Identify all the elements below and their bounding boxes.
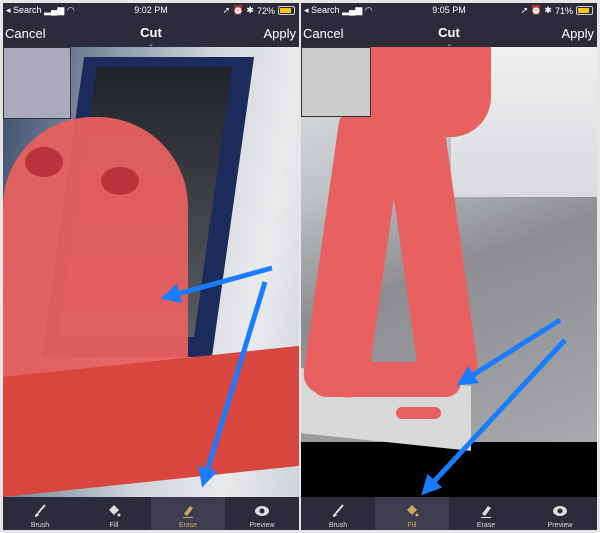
phone-screen-fill: ◂ Search ▂▄▆ ◠ 9:05 PM ➚ ⏰ ✱ 71% Cancel … (301, 3, 597, 530)
status-bar: ◂ Search ▂▄▆ ◠ 9:05 PM ➚ ⏰ ✱ 71% (301, 3, 597, 18)
status-bar: ◂ Search ▂▄▆ ◠ 9:02 PM ➚ ⏰ ✱ 72% (3, 3, 299, 18)
mode-title[interactable]: Cut (3, 25, 299, 40)
tool-label: Erase (476, 522, 496, 529)
battery-percent: 72% (256, 5, 275, 16)
eye-icon (553, 506, 567, 516)
tool-label: Preview (547, 522, 573, 529)
tool-preview[interactable]: Preview (225, 497, 299, 530)
brush-icon (333, 504, 344, 517)
fill-bucket-icon (407, 505, 419, 517)
tool-label: Fill (407, 522, 417, 529)
tool-brush[interactable]: Brush (301, 497, 375, 530)
brush-icon (35, 504, 46, 517)
mode-title[interactable]: Cut (301, 25, 597, 40)
eraser-icon (183, 506, 193, 518)
phone-screen-erase: ◂ Search ▂▄▆ ◠ 9:02 PM ➚ ⏰ ✱ 72% Cancel … (3, 3, 299, 530)
tool-fill[interactable]: Fill (375, 497, 449, 530)
tool-bar: Brush Fill Erase Preview (301, 497, 597, 530)
tool-bar: Brush Fill Erase Preview (3, 497, 299, 530)
tool-label: Erase (178, 522, 198, 529)
status-right: ➚ ⏰ ✱ 72% (223, 5, 295, 16)
eraser-icon (481, 506, 491, 518)
apply-button[interactable]: Apply (561, 26, 594, 41)
tool-label: Brush (30, 522, 50, 529)
battery-icon (576, 6, 593, 15)
battery-percent: 71% (554, 5, 573, 16)
fill-bucket-icon (109, 505, 121, 517)
battery-icon (278, 6, 295, 15)
tool-label: Preview (249, 522, 275, 529)
tool-brush[interactable]: Brush (3, 497, 77, 530)
top-bar: Cancel Cut ⌄ Apply (301, 18, 597, 48)
top-bar: Cancel Cut ⌄ Apply (3, 18, 299, 48)
tool-erase[interactable]: Erase (449, 497, 523, 530)
tool-label: Fill (109, 522, 119, 529)
status-right: ➚ ⏰ ✱ 71% (521, 5, 593, 16)
apply-button[interactable]: Apply (263, 26, 296, 41)
tool-fill[interactable]: Fill (77, 497, 151, 530)
tool-preview[interactable]: Preview (523, 497, 597, 530)
tool-erase[interactable]: Erase (151, 497, 225, 530)
photo-canvas[interactable] (3, 47, 299, 497)
tool-label: Brush (328, 522, 348, 529)
photo-canvas[interactable] (301, 47, 597, 497)
eye-icon (255, 506, 269, 516)
